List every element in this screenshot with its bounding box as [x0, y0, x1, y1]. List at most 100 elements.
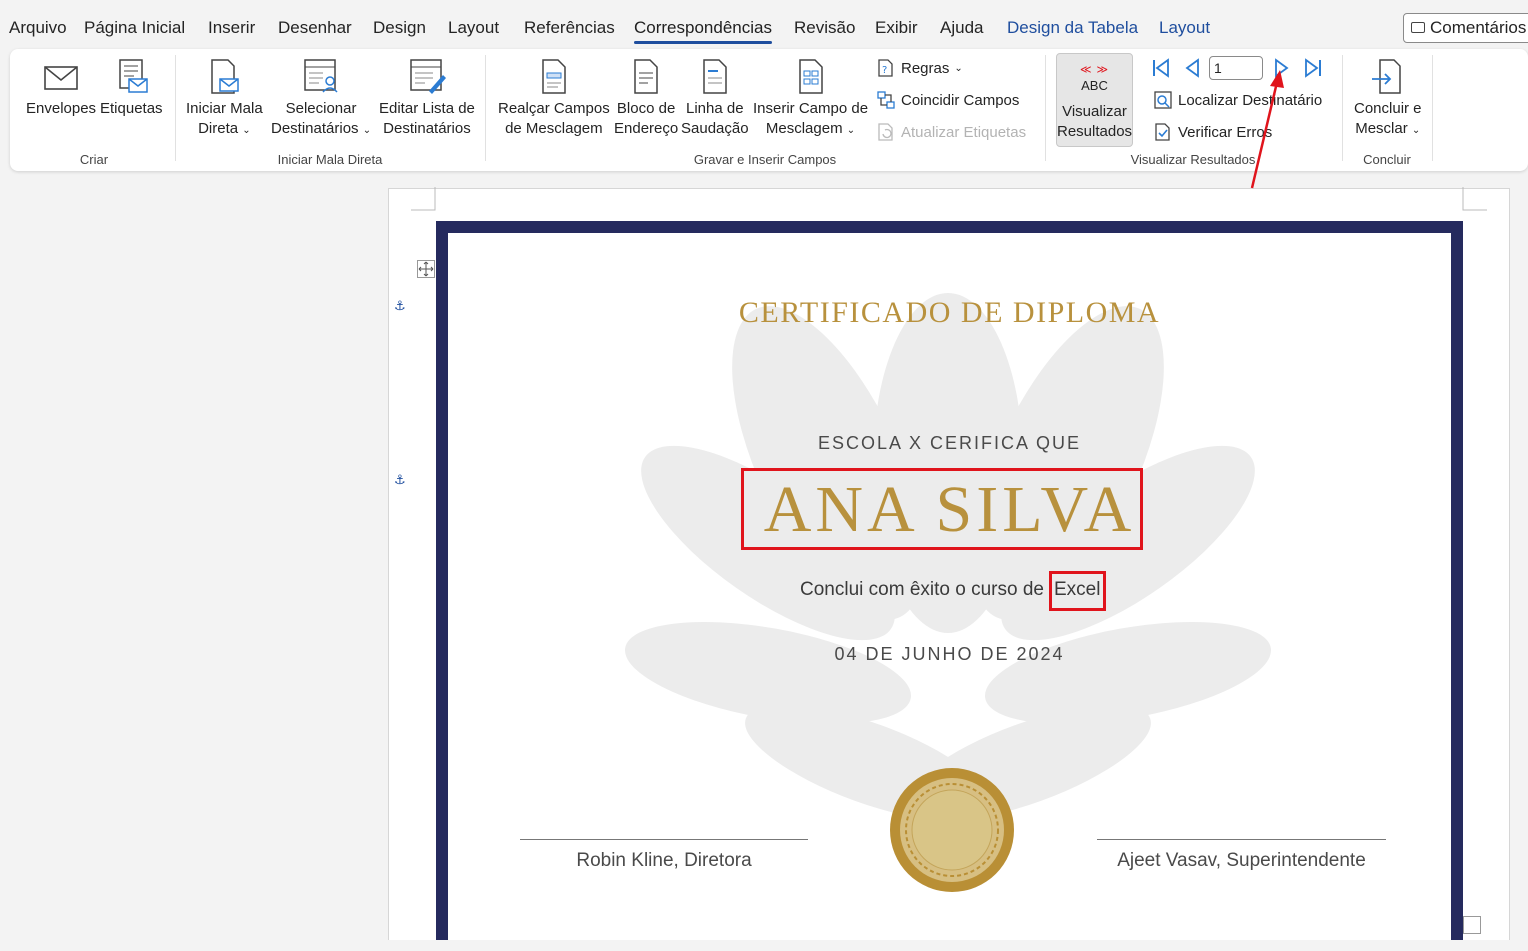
linha-label-2: Saudação — [681, 120, 749, 137]
anchor-icon[interactable]: ⚓ — [394, 298, 406, 314]
annotation-arrow — [1250, 70, 1284, 189]
etiquetas-button[interactable]: Etiquetas — [100, 57, 163, 119]
certificate-subtitle[interactable]: ESCOLA X CERIFICA QUE — [448, 433, 1451, 454]
coincidir-campos-button[interactable]: Coincidir Campos — [876, 90, 1019, 110]
chevron-down-icon: ⌄ — [954, 62, 963, 74]
first-record-icon[interactable] — [1150, 57, 1172, 79]
preview-label-2: Resultados — [1057, 123, 1133, 140]
tab-revisao[interactable]: Revisão — [794, 18, 855, 38]
table-move-handle[interactable] — [417, 260, 435, 278]
signature-line — [1097, 839, 1386, 840]
name-highlight-box — [741, 468, 1143, 550]
group-separator — [175, 55, 176, 161]
visualizar-resultados-button[interactable]: ≪ ≫ ABC Visualizar Resultados — [1056, 53, 1133, 147]
selecionar-destinatarios-button[interactable]: Selecionar Destinatários ⌄ — [271, 57, 371, 141]
tab-design-da-tabela[interactable]: Design da Tabela — [1007, 18, 1138, 38]
tab-correspondencias[interactable]: Correspondências — [634, 18, 772, 44]
comments-label: Comentários — [1430, 18, 1527, 37]
group-label-concluir: Concluir — [1363, 152, 1411, 167]
envelopes-label: Envelopes — [26, 100, 97, 117]
certificate-title[interactable]: CERTIFICADO DE DIPLOMA — [448, 296, 1451, 330]
certificate-date[interactable]: 04 DE JUNHO DE 2024 — [448, 644, 1451, 665]
address-block-icon — [634, 59, 658, 94]
margin-corner-mark — [411, 187, 436, 211]
bloco-endereco-button[interactable]: Bloco de Endereço — [614, 57, 678, 139]
signature-line — [520, 839, 808, 840]
select-recipients-icon — [304, 59, 338, 93]
inserir-campo-button[interactable]: Inserir Campo de Mesclagem ⌄ — [753, 57, 868, 141]
iniciar-mala-direta-button[interactable]: Iniciar Mala Direta ⌄ — [186, 57, 263, 141]
editar-label-2: Destinatários — [383, 120, 471, 137]
linha-saudacao-button[interactable]: Linha de Saudação — [681, 57, 749, 139]
find-recipient-icon — [1154, 91, 1172, 109]
start-mail-merge-icon — [211, 59, 240, 94]
group-label-gravar: Gravar e Inserir Campos — [693, 152, 837, 167]
signer-left[interactable]: Robin Kline, Diretora — [520, 850, 808, 872]
abc-icon-label: ABC — [1081, 78, 1108, 93]
finish-merge-icon — [1371, 59, 1401, 94]
comment-icon — [1411, 22, 1425, 33]
editar-label-1: Editar Lista de — [379, 100, 475, 117]
tab-exibir[interactable]: Exibir — [875, 18, 918, 38]
concluir-mesclar-button[interactable]: Concluir e Mesclar ⌄ — [1354, 57, 1422, 141]
tab-referencias[interactable]: Referências — [524, 18, 615, 38]
comments-button[interactable]: Comentários — [1403, 13, 1528, 43]
group-separator — [485, 55, 486, 161]
signer-right[interactable]: Ajeet Vasav, Superintendente — [1097, 850, 1386, 872]
chevron-down-icon: ⌄ — [362, 125, 372, 136]
greeting-line-icon — [703, 59, 727, 94]
selecionar-label-1: Selecionar — [285, 100, 357, 117]
chevron-down-icon: ⌄ — [1411, 125, 1421, 136]
svg-text:?: ? — [882, 65, 887, 76]
tab-ajuda[interactable]: Ajuda — [940, 18, 983, 38]
localizar-destinatario-button[interactable]: Localizar Destinatário — [1153, 90, 1322, 110]
envelopes-button[interactable]: Envelopes — [26, 57, 96, 119]
menu-bar: Arquivo Página Inicial Inserir Desenhar … — [0, 0, 1528, 48]
margin-corner-mark — [1462, 187, 1487, 211]
group-label-visualizar: Visualizar Resultados — [1130, 152, 1256, 167]
match-fields-icon — [877, 91, 895, 109]
bloco-label-1: Bloco de — [616, 100, 676, 117]
preview-label-1: Visualizar — [1062, 103, 1127, 120]
tab-layout[interactable]: Layout — [448, 18, 499, 38]
tab-layout-tabela[interactable]: Layout — [1159, 18, 1210, 38]
status-bar — [0, 940, 1528, 951]
last-record-icon[interactable] — [1302, 57, 1324, 79]
previous-record-icon[interactable] — [1182, 57, 1204, 79]
editar-lista-button[interactable]: Editar Lista de Destinatários — [379, 57, 475, 139]
check-errors-icon — [1155, 123, 1170, 141]
group-separator — [1342, 55, 1343, 161]
linha-label-1: Linha de — [686, 100, 744, 117]
regras-button[interactable]: ? Regras ⌄ — [876, 58, 963, 78]
realcar-campos-button[interactable]: Realçar Campos de Mesclagem — [498, 57, 610, 139]
group-separator — [1432, 55, 1433, 161]
rules-icon: ? — [878, 59, 893, 77]
concluir-label-1: Concluir e — [1354, 100, 1422, 117]
chevron-down-icon: ⌄ — [846, 125, 856, 136]
course-highlight-box — [1049, 571, 1106, 611]
tab-pagina-inicial[interactable]: Página Inicial — [84, 18, 185, 38]
coincidir-label: Coincidir Campos — [901, 91, 1020, 109]
group-label-criar: Criar — [79, 152, 109, 167]
inserir-campo-label-2: Mesclagem — [765, 120, 843, 137]
iniciar-label-1: Iniciar Mala — [186, 100, 263, 117]
tab-design[interactable]: Design — [373, 18, 426, 38]
concluir-label-2: Mesclar — [1355, 120, 1408, 137]
etiquetas-label: Etiquetas — [100, 100, 163, 117]
table-resize-handle[interactable] — [1463, 916, 1481, 934]
course-text[interactable]: Conclui com êxito o curso de — [800, 579, 1044, 601]
iniciar-label-2: Direta — [198, 120, 239, 137]
selecionar-label-2: Destinatários — [271, 120, 359, 137]
insert-merge-field-icon — [798, 59, 823, 94]
atualizar-etiquetas-button[interactable]: Atualizar Etiquetas — [876, 122, 1026, 142]
tab-inserir[interactable]: Inserir — [208, 18, 255, 38]
atualizar-label: Atualizar Etiquetas — [901, 123, 1027, 141]
bloco-label-2: Endereço — [614, 120, 679, 137]
tab-desenhar[interactable]: Desenhar — [278, 18, 352, 38]
regras-label: Regras — [901, 59, 950, 77]
chevron-down-icon: ⌄ — [242, 125, 251, 136]
anchor-icon[interactable]: ⚓ — [394, 472, 406, 488]
tab-arquivo[interactable]: Arquivo — [9, 18, 67, 38]
edit-list-icon — [410, 59, 446, 94]
group-separator — [1045, 55, 1046, 161]
